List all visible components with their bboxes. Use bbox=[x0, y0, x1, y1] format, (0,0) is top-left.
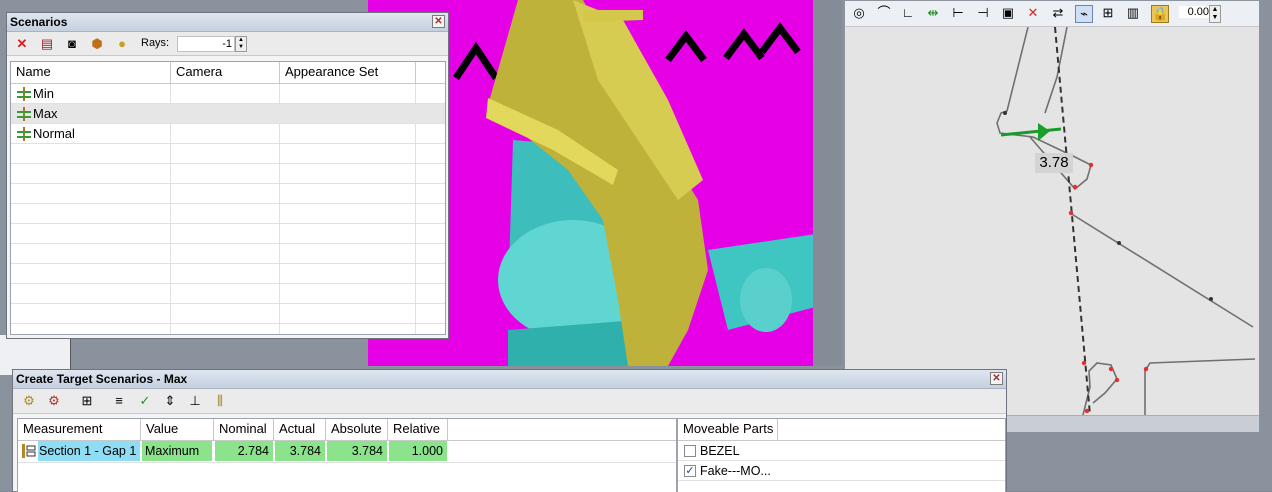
check-icon[interactable]: ✓ bbox=[137, 393, 153, 409]
actual-value: 3.784 bbox=[275, 441, 325, 461]
scenario-icon bbox=[17, 127, 31, 141]
scenario-icon bbox=[17, 87, 31, 101]
section-toolbar: ◎ ⌒ ∟ ⇹ ⊢ ⊣ ▣ ✕ ⇄ ⌁ ⊞ ▥ 🔒 0.00 ▲ ▼ bbox=[845, 1, 1259, 27]
delete-icon[interactable]: ✕ bbox=[14, 36, 30, 52]
part-checkbox-checked[interactable]: ✓ bbox=[684, 465, 696, 477]
vertical-distribute-icon[interactable]: ⇕ bbox=[162, 393, 178, 409]
moveable-parts-grid: Moveable Parts BEZEL ✓ Fake---MO... bbox=[677, 418, 1006, 492]
align-icon[interactable]: ⊞ bbox=[1100, 5, 1116, 21]
scenarios-titlebar[interactable]: Scenarios ✕ bbox=[7, 13, 448, 32]
image-icon[interactable]: ▣ bbox=[1000, 5, 1016, 21]
scenarios-grid: Name Camera Appearance Set Min Max Norma… bbox=[10, 61, 446, 335]
target-titlebar[interactable]: Create Target Scenarios - Max ✕ bbox=[13, 370, 1006, 389]
curve-tool-icon[interactable]: ⌁ bbox=[1075, 5, 1093, 23]
measurement-name: Section 1 - Gap 1 bbox=[38, 441, 140, 461]
column-relative[interactable]: Relative bbox=[388, 419, 448, 440]
close-icon[interactable]: ✕ bbox=[432, 15, 445, 28]
scenario-icon bbox=[17, 107, 31, 121]
moveable-parts-header: Moveable Parts bbox=[678, 419, 1005, 441]
scenario-name: Normal bbox=[33, 126, 75, 141]
column-name[interactable]: Name bbox=[11, 62, 171, 83]
add-group-icon[interactable]: ⚙ bbox=[46, 393, 62, 409]
run-icon[interactable]: ● bbox=[114, 36, 130, 52]
swap-icon[interactable]: ⇄ bbox=[1050, 5, 1066, 21]
scenario-name: Min bbox=[33, 86, 54, 101]
empty-row bbox=[11, 304, 445, 324]
target-toolbar: ⚙ ⚙ ⊞ ≡ ✓ ⇕ ⊥ ⫼ bbox=[13, 389, 1006, 414]
part-checkbox[interactable] bbox=[684, 445, 696, 457]
empty-row bbox=[11, 164, 445, 184]
relative-value[interactable]: 1.000 bbox=[389, 441, 447, 461]
section-canvas[interactable] bbox=[845, 27, 1259, 415]
rays-spinner[interactable]: ▲ ▼ bbox=[235, 36, 247, 52]
column-actual[interactable]: Actual bbox=[274, 419, 326, 440]
align-left-icon[interactable]: ≡ bbox=[111, 393, 127, 409]
measurement-row[interactable]: Section 1 - Gap 1 Maximum 2.784 3.784 3.… bbox=[18, 441, 676, 463]
viewport-grey-strip bbox=[813, 0, 842, 366]
scenarios-toolbar: ✕ ▤ ◙ ⬢ ● Rays: -1 ▲ ▼ bbox=[7, 32, 448, 56]
lock-icon[interactable]: 🔒 bbox=[1151, 5, 1169, 23]
scenarios-rows: Min Max Normal bbox=[11, 84, 445, 334]
zoom-value[interactable]: 0.00 bbox=[1179, 6, 1209, 18]
chart-icon[interactable]: ▥ bbox=[1125, 5, 1141, 21]
arc-icon[interactable]: ⌒ bbox=[876, 5, 892, 21]
target-scenarios-window: Create Target Scenarios - Max ✕ ⚙ ⚙ ⊞ ≡ … bbox=[12, 369, 1007, 492]
gap-icon[interactable]: ⇹ bbox=[925, 5, 941, 21]
column-value[interactable]: Value bbox=[141, 419, 214, 440]
part-label: BEZEL bbox=[700, 444, 740, 458]
properties-icon[interactable]: ▤ bbox=[39, 36, 55, 52]
empty-row bbox=[11, 184, 445, 204]
nominal-value: 2.784 bbox=[215, 441, 273, 461]
measurement-grid-header: Measurement Value Nominal Actual Absolut… bbox=[18, 419, 676, 441]
column-absolute[interactable]: Absolute bbox=[326, 419, 388, 440]
appearance-icon[interactable]: ⬢ bbox=[89, 36, 105, 52]
gap-measurement-label: 3.78 bbox=[1035, 153, 1073, 173]
scenarios-title: Scenarios bbox=[10, 15, 68, 29]
absolute-value[interactable]: 3.784 bbox=[327, 441, 387, 461]
scenario-row-min[interactable]: Min bbox=[11, 84, 445, 104]
range-icon[interactable]: ⊥ bbox=[187, 393, 203, 409]
empty-row bbox=[11, 144, 445, 164]
empty-row bbox=[11, 244, 445, 264]
target-title: Create Target Scenarios - Max bbox=[16, 372, 188, 386]
scenarios-window: Scenarios ✕ ✕ ▤ ◙ ⬢ ● Rays: -1 ▲ ▼ Name C… bbox=[6, 12, 449, 339]
column-appearance-set[interactable]: Appearance Set bbox=[280, 62, 416, 83]
angle-icon[interactable]: ∟ bbox=[900, 5, 916, 21]
column-camera[interactable]: Camera bbox=[171, 62, 280, 83]
camera-icon[interactable]: ◙ bbox=[64, 36, 80, 52]
flush-icon[interactable]: ⊢ bbox=[950, 5, 966, 21]
measurement-value[interactable]: Maximum bbox=[142, 441, 212, 461]
part-row-fake[interactable]: ✓ Fake---MO... bbox=[678, 461, 1005, 481]
column-moveable-parts[interactable]: Moveable Parts bbox=[678, 419, 778, 440]
empty-row bbox=[11, 264, 445, 284]
tolerance-icon[interactable]: ⫼ bbox=[212, 393, 228, 409]
column-nominal[interactable]: Nominal bbox=[214, 419, 274, 440]
close-icon[interactable]: ✕ bbox=[990, 372, 1003, 385]
part-label: Fake---MO... bbox=[700, 464, 771, 478]
distance-icon[interactable]: ⊣ bbox=[975, 5, 991, 21]
part-row-bezel[interactable]: BEZEL bbox=[678, 441, 1005, 461]
scenario-row-normal[interactable]: Normal bbox=[11, 124, 445, 144]
empty-row bbox=[11, 224, 445, 244]
empty-row bbox=[11, 204, 445, 224]
rays-input[interactable]: -1 bbox=[177, 36, 235, 52]
add-measurement-icon[interactable]: ⚙ bbox=[21, 393, 37, 409]
measurement-grid: Measurement Value Nominal Actual Absolut… bbox=[17, 418, 677, 492]
rays-label: Rays: bbox=[141, 37, 170, 49]
measurement-icon bbox=[22, 444, 36, 458]
empty-row bbox=[11, 284, 445, 304]
camera-icon[interactable]: ◎ bbox=[851, 5, 867, 21]
scenario-row-max[interactable]: Max bbox=[11, 104, 445, 124]
delete-icon[interactable]: ✕ bbox=[1025, 5, 1041, 21]
scenario-name: Max bbox=[33, 106, 58, 121]
calculate-icon[interactable]: ⊞ bbox=[79, 393, 95, 409]
zoom-spinner[interactable]: ▲ ▼ bbox=[1209, 5, 1221, 23]
scenarios-grid-header: Name Camera Appearance Set bbox=[11, 62, 445, 84]
column-measurement[interactable]: Measurement bbox=[18, 419, 141, 440]
